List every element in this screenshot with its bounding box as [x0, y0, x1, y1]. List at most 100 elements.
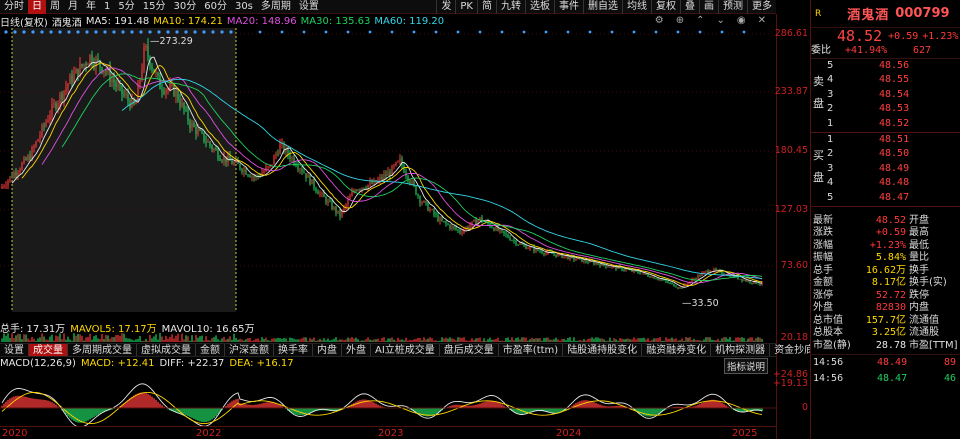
indicator-tab[interactable]: 陆股通持股变化 [563, 344, 643, 356]
stat-value: 3.25亿 [871, 327, 906, 338]
macd-bar [185, 408, 187, 416]
toolbar-action[interactable]: 复权 [651, 0, 680, 14]
volume-bar [469, 340, 471, 342]
period-tab[interactable]: 1 [100, 0, 114, 14]
indicator-tab[interactable]: 金额 [196, 344, 225, 356]
period-tab[interactable]: 周 [46, 0, 64, 14]
macd-bar [31, 398, 33, 408]
indicator-tab[interactable]: 机构探测器 [711, 344, 771, 356]
bid-level[interactable]: 3 48.49 [811, 162, 960, 177]
volume-bar [725, 337, 727, 342]
candle-body [437, 214, 439, 222]
period-tab[interactable]: 设置 [295, 0, 323, 14]
period-tab[interactable]: 月 [64, 0, 82, 14]
volume-bar [647, 338, 649, 342]
period-tab[interactable]: 30s [231, 0, 257, 14]
indicator-tab[interactable]: 成交量 [29, 344, 68, 356]
candle-body [451, 226, 453, 229]
indicator-tab[interactable]: 设置 [0, 344, 29, 356]
volume-bar [589, 338, 591, 342]
toolbar-action[interactable]: 更多 [747, 0, 776, 14]
chevron-up-icon[interactable]: ⌃ [696, 15, 704, 26]
candle-body [369, 181, 371, 185]
toolbar-action[interactable]: 删自选 [583, 0, 622, 14]
bid-level[interactable]: 4 48.48 [811, 176, 960, 191]
ask-index: 3 [827, 88, 834, 100]
period-tab[interactable]: 15分 [139, 0, 170, 14]
toolbar-action[interactable]: 选板 [525, 0, 554, 14]
candle-body [607, 266, 609, 268]
chart-mode-label[interactable]: 日线(复权) [0, 14, 48, 29]
indicator-tab[interactable]: 换手率 [274, 344, 313, 356]
volume-bar [51, 334, 53, 342]
period-tab[interactable]: 多周期 [257, 0, 295, 14]
period-tab[interactable]: 日 [28, 0, 46, 14]
macd-bar [75, 408, 77, 423]
volume-bar [425, 339, 427, 342]
macd-bar [135, 394, 137, 408]
volume-bar [439, 340, 441, 342]
volume-bar [299, 339, 301, 342]
pin-icon[interactable]: ⊕ [676, 15, 684, 26]
period-tab[interactable]: 年 [82, 0, 100, 14]
period-tab[interactable]: 60分 [200, 0, 231, 14]
macd-title: MACD(12,26,9) [0, 358, 76, 369]
indicator-tab[interactable]: 盘后成交量 [440, 344, 499, 356]
indicator-tab[interactable]: 虚拟成交量 [137, 344, 196, 356]
settings-icon[interactable]: ⚙ [655, 15, 664, 26]
tick-row: 14:56 48.47 46 [811, 371, 960, 387]
stock-header: R 酒鬼酒 000799 [811, 0, 960, 28]
indicator-tab[interactable]: 融资融券变化 [642, 344, 712, 356]
bid-level[interactable]: 2 48.50 [811, 147, 960, 162]
toolbar-action[interactable]: 叠 [680, 0, 699, 14]
volume-bar [617, 340, 619, 342]
candle-body [337, 210, 339, 213]
ask-level[interactable]: 1 48.52 [811, 117, 960, 132]
ask-level[interactable]: 5 48.56 [811, 59, 960, 74]
ma10-label: MA10: 174.21 [153, 16, 223, 27]
ask-level[interactable]: 4 48.55 [811, 73, 960, 88]
volume-bar [717, 338, 719, 342]
close-icon[interactable]: ✕ [758, 15, 766, 26]
bid-level[interactable]: 5 48.47 [811, 191, 960, 206]
macd-bar [417, 408, 419, 414]
volume-bar [715, 340, 717, 342]
candle-body [217, 150, 219, 159]
eye-icon[interactable]: ◉ [737, 15, 746, 26]
toolbar-action[interactable]: 画 [699, 0, 718, 14]
toolbar-action[interactable]: 九转 [496, 0, 525, 14]
volume-bar [343, 340, 345, 342]
volume-bar [645, 339, 647, 342]
macd-bar [101, 408, 103, 413]
signal-marker [610, 30, 614, 34]
candle-body [87, 64, 89, 66]
indicator-tab[interactable]: 市盈率(ttm) [499, 344, 564, 356]
macd-bar [91, 408, 93, 419]
candle-body [89, 54, 91, 65]
period-tab[interactable]: 5分 [114, 0, 138, 14]
toolbar-action[interactable]: PK [455, 0, 477, 14]
indicator-tab[interactable]: 外盘 [342, 344, 371, 356]
macd-bar [83, 408, 85, 423]
stock-name-label: 酒鬼酒 [51, 18, 82, 29]
indicator-tab[interactable]: 多周期成交量 [68, 344, 137, 356]
indicator-tab[interactable]: 内盘 [313, 344, 342, 356]
toolbar-action[interactable]: 发 [436, 0, 455, 14]
toolbar-action[interactable]: 事件 [554, 0, 583, 14]
chevron-down-icon[interactable]: ⌄ [716, 15, 724, 26]
ask-level[interactable]: 2 48.53 [811, 102, 960, 117]
ask-level[interactable]: 3 48.54 [811, 88, 960, 103]
indicator-tab[interactable]: 沪深金额 [225, 344, 274, 356]
candlestick-chart[interactable]: —273.29 —33.50 [0, 28, 776, 324]
signal-marker [720, 30, 724, 34]
bid-level[interactable]: 1 48.51 [811, 133, 960, 148]
period-tab[interactable]: 30分 [169, 0, 200, 14]
period-tab[interactable]: 分时 [0, 0, 28, 14]
indicator-tab[interactable]: AI立桩成交量 [371, 344, 440, 356]
macd-bar [371, 401, 373, 408]
toolbar-action[interactable]: 简 [477, 0, 496, 14]
toolbar-action[interactable]: 均线 [622, 0, 651, 14]
stat-label: 总股本 [813, 327, 843, 338]
toolbar-action[interactable]: 预测 [718, 0, 747, 14]
time-tick-label: 2025 [732, 428, 758, 439]
